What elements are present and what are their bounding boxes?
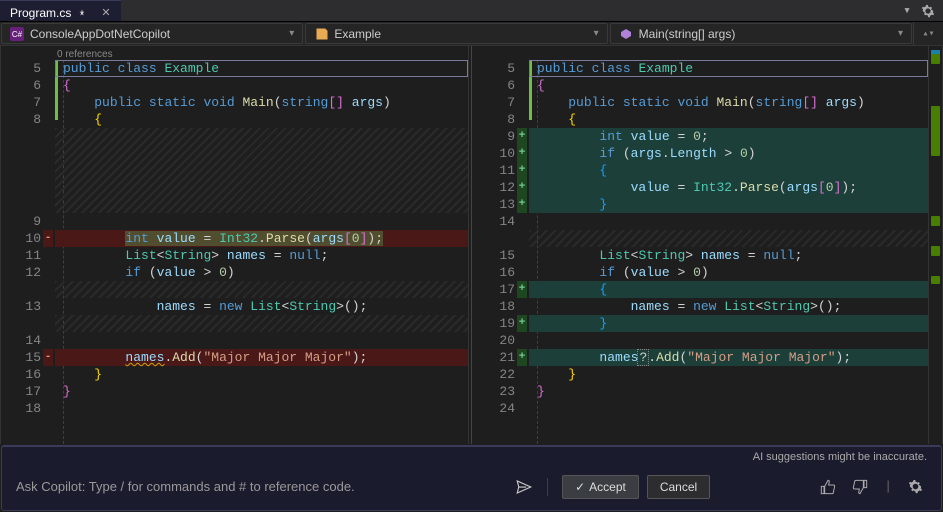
code-line[interactable]: public class Example <box>529 60 928 77</box>
code-line[interactable]: { <box>529 281 928 298</box>
code-line[interactable]: } <box>55 383 468 400</box>
breadcrumb-class[interactable]: Example ▾ <box>305 23 607 44</box>
thumbs-down-icon[interactable] <box>848 477 872 497</box>
close-icon[interactable]: ✕ <box>101 6 110 19</box>
diff-right-pane: 56789+10+11+12+13+14151617+1819+2021+222… <box>475 46 942 444</box>
code-line[interactable]: } <box>529 315 928 332</box>
check-icon: ✓ <box>575 480 585 494</box>
code-line[interactable]: if (value > 0) <box>55 264 468 281</box>
line-gutter-right: 56789+10+11+12+13+14151617+1819+2021+222… <box>475 46 529 444</box>
code-line[interactable] <box>55 315 468 332</box>
code-line[interactable]: public class Example <box>55 60 468 77</box>
breadcrumb: C# ConsoleAppDotNetCopilot ▾ Example ▾ M… <box>0 22 943 46</box>
send-icon[interactable] <box>515 478 533 496</box>
code-line[interactable]: if (args.Length > 0) <box>529 145 928 162</box>
code-line[interactable]: int value = 0; <box>529 128 928 145</box>
diff-left-pane: 0 references 5678910-1112131415-161718 p… <box>1 46 469 444</box>
code-line[interactable] <box>529 213 928 230</box>
code-line[interactable]: names?.Add("Major Major Major"); <box>529 349 928 366</box>
overview-ruler[interactable] <box>928 46 942 444</box>
tab-title: Program.cs <box>10 6 71 20</box>
code-line[interactable] <box>529 332 928 349</box>
breadcrumb-class-text: Example <box>334 27 587 41</box>
code-line[interactable]: public static void Main(string[] args) <box>529 94 928 111</box>
code-line[interactable]: { <box>529 77 928 94</box>
ai-hint: AI suggestions might be inaccurate. <box>2 447 941 463</box>
code-line[interactable] <box>55 179 468 196</box>
window-dropdown-icon[interactable]: ▾ <box>903 3 911 18</box>
code-line[interactable]: { <box>55 111 468 128</box>
code-line[interactable]: List<String> names = null; <box>55 247 468 264</box>
copilot-ask-box[interactable]: Ask Copilot: Type / for commands and # t… <box>2 478 548 496</box>
tab-bar-actions: ▾ <box>903 0 943 21</box>
code-line[interactable]: value = Int32.Parse(args[0]); <box>529 179 928 196</box>
code-line[interactable] <box>529 230 928 247</box>
code-line[interactable] <box>529 400 928 417</box>
gear-icon[interactable] <box>921 4 935 18</box>
code-left[interactable]: public class Example{ public static void… <box>55 46 468 444</box>
chevron-down-icon: ▾ <box>289 28 294 39</box>
code-line[interactable]: { <box>529 111 928 128</box>
divider: | <box>880 477 896 496</box>
accept-label: Accept <box>589 480 626 494</box>
code-line[interactable]: names.Add("Major Major Major"); <box>55 349 468 366</box>
breadcrumb-namespace[interactable]: C# ConsoleAppDotNetCopilot ▾ <box>1 23 303 44</box>
code-right[interactable]: public class Example{ public static void… <box>529 46 928 444</box>
code-line[interactable] <box>55 213 468 230</box>
code-line[interactable]: if (value > 0) <box>529 264 928 281</box>
accept-button[interactable]: ✓ Accept <box>562 475 639 499</box>
code-line[interactable]: } <box>55 366 468 383</box>
svg-text:C#: C# <box>12 30 23 39</box>
code-line[interactable] <box>55 128 468 145</box>
pin-icon[interactable] <box>77 8 87 18</box>
code-line[interactable]: } <box>529 383 928 400</box>
class-icon <box>314 27 328 41</box>
settings-icon[interactable] <box>904 477 927 496</box>
breadcrumb-method-text: Main(string[] args) <box>639 27 892 41</box>
diff-view: 0 references 5678910-1112131415-161718 p… <box>0 46 943 444</box>
code-line[interactable]: public static void Main(string[] args) <box>55 94 468 111</box>
cancel-button[interactable]: Cancel <box>647 475 710 499</box>
code-line[interactable]: } <box>529 366 928 383</box>
chevron-down-icon: ▾ <box>594 28 599 39</box>
code-line[interactable] <box>55 332 468 349</box>
code-line[interactable] <box>55 162 468 179</box>
thumbs-up-icon[interactable] <box>816 477 840 497</box>
copilot-footer: AI suggestions might be inaccurate. Ask … <box>1 445 942 511</box>
cancel-label: Cancel <box>660 480 697 494</box>
breadcrumb-method[interactable]: Main(string[] args) ▾ <box>610 23 912 44</box>
method-icon <box>619 27 633 41</box>
line-gutter-left: 0 references 5678910-1112131415-161718 <box>1 46 55 444</box>
code-line[interactable] <box>55 400 468 417</box>
breadcrumb-namespace-text: ConsoleAppDotNetCopilot <box>30 27 283 41</box>
code-line[interactable]: names = new List<String>(); <box>529 298 928 315</box>
code-line[interactable] <box>55 145 468 162</box>
csharp-icon: C# <box>10 27 24 41</box>
code-line[interactable]: List<String> names = null; <box>529 247 928 264</box>
code-line[interactable]: { <box>55 77 468 94</box>
code-line[interactable] <box>55 196 468 213</box>
code-line[interactable]: { <box>529 162 928 179</box>
breadcrumb-nav-up[interactable]: ▴▾ <box>913 22 943 45</box>
chevron-down-icon: ▾ <box>898 28 903 39</box>
ask-placeholder: Ask Copilot: Type / for commands and # t… <box>16 479 505 494</box>
code-line[interactable]: } <box>529 196 928 213</box>
editor-tab[interactable]: Program.cs ✕ <box>0 0 121 21</box>
code-line[interactable]: int value = Int32.Parse(args[0]); <box>55 230 468 247</box>
code-line[interactable] <box>55 281 468 298</box>
code-line[interactable]: names = new List<String>(); <box>55 298 468 315</box>
footer-actions: ✓ Accept Cancel | <box>548 475 941 499</box>
tab-bar: Program.cs ✕ ▾ <box>0 0 943 22</box>
